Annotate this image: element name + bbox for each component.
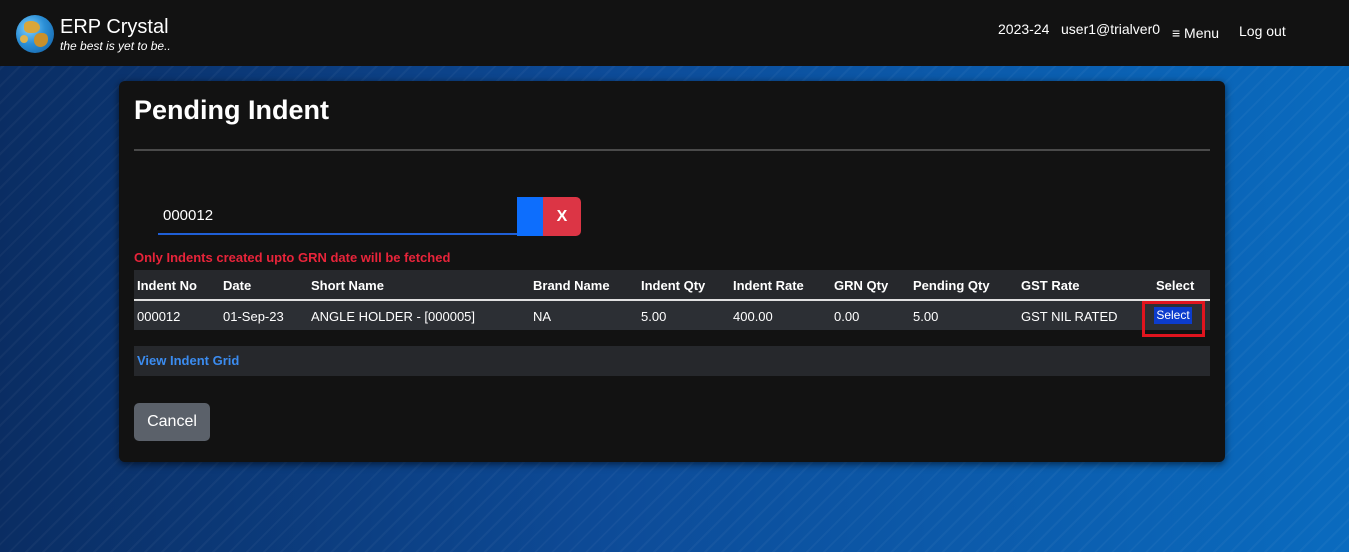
cell-brand-name: NA (533, 309, 552, 324)
app-title: ERP Crystal (60, 16, 169, 38)
select-button[interactable]: Select (1154, 307, 1192, 324)
cell-date: 01-Sep-23 (223, 309, 284, 324)
top-navbar: ERP Crystal the best is yet to be.. 2023… (0, 0, 1349, 66)
globe-logo-icon (16, 15, 54, 53)
view-indent-grid-link[interactable]: View Indent Grid (137, 353, 239, 368)
cell-indent-no: 000012 (137, 309, 181, 324)
header-indent-no: Indent No (137, 278, 197, 293)
cell-indent-rate: 400.00 (733, 309, 773, 324)
cell-short-name: ANGLE HOLDER - [000005] (311, 309, 476, 324)
header-date: Date (223, 278, 252, 293)
header-select: Select (1156, 278, 1195, 293)
pending-indent-table: Indent No Date Short Name Brand Name Ind… (134, 270, 1210, 337)
view-grid-bar: View Indent Grid (134, 346, 1210, 376)
table-row[interactable]: 000012 01-Sep-23 ANGLE HOLDER - [000005]… (134, 301, 1210, 337)
header-grn-qty: GRN Qty (834, 278, 889, 293)
header-short-name: Short Name (311, 278, 384, 293)
header-indent-qty: Indent Qty (641, 278, 706, 293)
search-button[interactable] (517, 197, 543, 236)
clear-button[interactable]: X (543, 197, 581, 236)
header-gst-rate: GST Rate (1021, 278, 1080, 293)
menu-button[interactable]: ≡ Menu (1172, 25, 1219, 41)
header-pending-qty: Pending Qty (913, 278, 990, 293)
indent-search-input[interactable] (158, 197, 517, 235)
cell-pending-qty: 5.00 (913, 309, 939, 324)
logout-link[interactable]: Log out (1239, 23, 1286, 39)
cell-gst-rate: GST NIL RATED (1021, 309, 1118, 324)
cell-grn-qty: 0.00 (834, 309, 860, 324)
pending-indent-card: Pending Indent X Only Indents created up… (119, 81, 1225, 462)
title-divider (134, 149, 1210, 151)
table-header: Indent No Date Short Name Brand Name Ind… (134, 270, 1210, 301)
cancel-button[interactable]: Cancel (134, 403, 210, 441)
user-name[interactable]: user1@trialver0 (1061, 21, 1160, 37)
app-tagline: the best is yet to be.. (60, 39, 171, 53)
cell-indent-qty: 5.00 (641, 309, 667, 324)
fiscal-year[interactable]: 2023-24 (998, 21, 1049, 37)
page-title: Pending Indent (134, 95, 329, 125)
header-indent-rate: Indent Rate (733, 278, 804, 293)
warning-message: Only Indents created upto GRN date will … (134, 250, 451, 265)
header-brand-name: Brand Name (533, 278, 610, 293)
